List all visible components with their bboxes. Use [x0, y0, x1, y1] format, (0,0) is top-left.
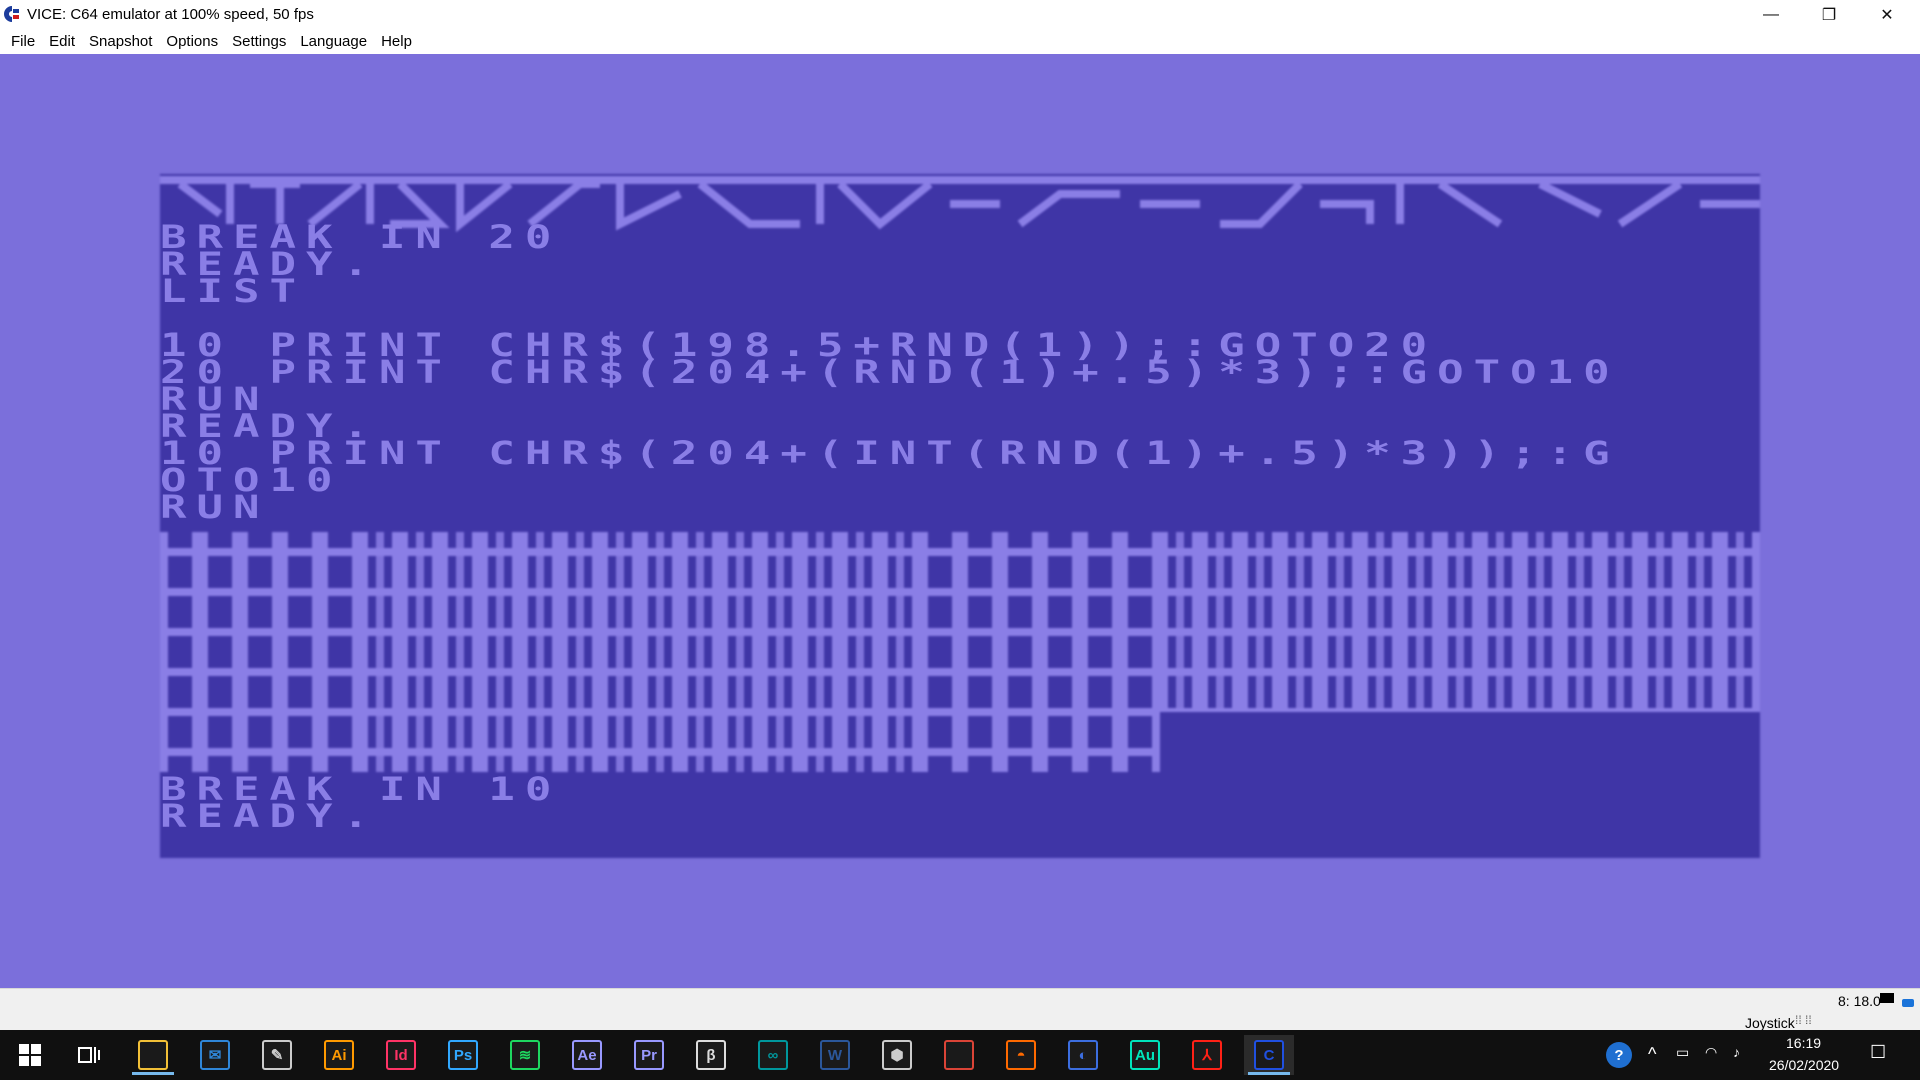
menu-snapshot[interactable]: Snapshot	[82, 31, 159, 53]
clock-time[interactable]: 16:19	[1786, 1035, 1821, 1051]
screen-break-line: BREAK IN 10	[160, 771, 562, 809]
screen-line-11: RUN	[160, 489, 270, 527]
package-icon: ⬢	[882, 1040, 912, 1070]
screen-line-1: BREAK IN 20	[160, 219, 562, 257]
taskbar-chrome-button[interactable]	[934, 1035, 984, 1075]
taskbar-premiere-button[interactable]: Pr	[624, 1035, 674, 1075]
windows-logo-icon	[19, 1044, 41, 1066]
wifi-icon[interactable]: ◠	[1705, 1044, 1717, 1061]
taskbar-app-dome-button[interactable]: ◓	[996, 1035, 1046, 1075]
menu-edit[interactable]: Edit	[42, 31, 82, 53]
taskbar-indesign-button[interactable]: Id	[376, 1035, 426, 1075]
illustrator-icon: Ai	[324, 1040, 354, 1070]
drive-status: 8: 18.0	[1838, 993, 1881, 1009]
tray-expand-icon[interactable]: ^	[1648, 1044, 1656, 1065]
close-button[interactable]: ✕	[1858, 0, 1916, 30]
mail-icon: ✉	[200, 1040, 230, 1070]
screen-line-10: OTO10	[160, 462, 343, 500]
menu-options[interactable]: Options	[159, 31, 225, 53]
restore-button[interactable]: ❐	[1800, 0, 1858, 30]
taskbar-arduino-button[interactable]: ∞	[748, 1035, 798, 1075]
taskbar-after-effects-button[interactable]: Ae	[562, 1035, 612, 1075]
taskbar-vice-button[interactable]: C	[1244, 1035, 1294, 1075]
screen-line-3: LIST	[160, 273, 306, 311]
inkscape-icon: ✎	[262, 1040, 292, 1070]
running-indicator	[132, 1072, 174, 1075]
screen-line-2: READY.	[160, 246, 379, 284]
drive-led-icon	[1880, 993, 1894, 1003]
task-view-button[interactable]	[64, 1035, 114, 1075]
menu-language[interactable]: Language	[293, 31, 374, 53]
volume-icon[interactable]: ♪	[1733, 1044, 1740, 1060]
screen-line-9: 10 PRINT CHR$(204+(INT(RND(1)+.5)*3));:G	[160, 435, 1620, 473]
screen-line-5: 10 PRINT CHR$(198.5+RND(1));:GOTO20	[160, 327, 1438, 365]
word-icon: W	[820, 1040, 850, 1070]
taskbar-package-button[interactable]: ⬢	[872, 1035, 922, 1075]
taskbar-inkscape-button[interactable]: ✎	[252, 1035, 302, 1075]
arduino-icon: ∞	[758, 1040, 788, 1070]
photoshop-icon: Ps	[448, 1040, 478, 1070]
taskbar-word-button[interactable]: W	[810, 1035, 860, 1075]
indesign-icon: Id	[386, 1040, 416, 1070]
spotify-icon: ≋	[510, 1040, 540, 1070]
window-title: VICE: C64 emulator at 100% speed, 50 fps	[27, 6, 314, 23]
joystick-status[interactable]: Joystick	[1745, 1015, 1795, 1031]
clock-date[interactable]: 26/02/2020	[1769, 1057, 1839, 1073]
taskbar-audition-button[interactable]: Au	[1120, 1035, 1170, 1075]
taskbar-app-b-button[interactable]: β	[686, 1035, 736, 1075]
app-dome-icon: ◓	[1006, 1040, 1036, 1070]
app-b-icon: β	[696, 1040, 726, 1070]
after-effects-icon: Ae	[572, 1040, 602, 1070]
menu-settings[interactable]: Settings	[225, 31, 293, 53]
title-bar: VICE: C64 emulator at 100% speed, 50 fps…	[0, 0, 1920, 30]
chrome-icon	[944, 1040, 974, 1070]
taskbar-cinema4d-button[interactable]: ◐	[1058, 1035, 1108, 1075]
minimize-button[interactable]: —	[1742, 0, 1800, 30]
joystick-port-icon: ⁞⁞ ⁞⁞	[1795, 1013, 1812, 1027]
screen-ready-line: READY.	[160, 798, 379, 836]
menu-help[interactable]: Help	[374, 31, 419, 53]
task-view-icon	[78, 1047, 100, 1063]
cinema4d-icon: ◐	[1068, 1040, 1098, 1070]
acrobat-icon: ⅄	[1192, 1040, 1222, 1070]
taskbar-spotify-button[interactable]: ≋	[500, 1035, 550, 1075]
vice-icon: C	[1254, 1040, 1284, 1070]
taskbar-illustrator-button[interactable]: Ai	[314, 1035, 364, 1075]
taskbar-acrobat-button[interactable]: ⅄	[1182, 1035, 1232, 1075]
taskbar-photoshop-button[interactable]: Ps	[438, 1035, 488, 1075]
status-bar: 8: 18.0 Joystick ⁞⁞ ⁞⁞	[0, 988, 1920, 1031]
start-button[interactable]	[5, 1035, 55, 1075]
menu-bar: File Edit Snapshot Options Settings Lang…	[0, 30, 1920, 54]
battery-icon[interactable]: ▭	[1676, 1044, 1689, 1061]
screen-line-6: 20 PRINT CHR$(204+(RND(1)+.5)*3);:GOTO10	[160, 354, 1620, 392]
taskbar: ✉ ✎ Ai Id Ps ≋ Ae Pr β ∞ W ⬢ ◓ ◐ Au ⅄ C ? ^ ▭ ◠ ♪ 16:19 …	[0, 1030, 1920, 1080]
c64-screen[interactable]	[160, 174, 1760, 858]
screen-line-7: RUN	[160, 381, 270, 419]
file-explorer-icon	[138, 1040, 168, 1070]
premiere-icon: Pr	[634, 1040, 664, 1070]
menu-file[interactable]: File	[4, 31, 42, 53]
tape-indicator-icon	[1902, 999, 1914, 1007]
running-indicator	[1248, 1072, 1290, 1075]
notification-icon[interactable]: ☐	[1870, 1042, 1886, 1063]
vice-logo-icon	[4, 6, 19, 22]
emulator-display[interactable]: BREAK IN 20 READY. LIST 10 PRINT CHR$(19…	[0, 54, 1920, 988]
maze-pattern	[160, 532, 1760, 772]
taskbar-file-explorer-button[interactable]	[128, 1035, 178, 1075]
audition-icon: Au	[1130, 1040, 1160, 1070]
taskbar-mail-button[interactable]: ✉	[190, 1035, 240, 1075]
help-tray-icon[interactable]: ?	[1594, 1035, 1644, 1075]
screen-line-8: READY.	[160, 408, 379, 446]
